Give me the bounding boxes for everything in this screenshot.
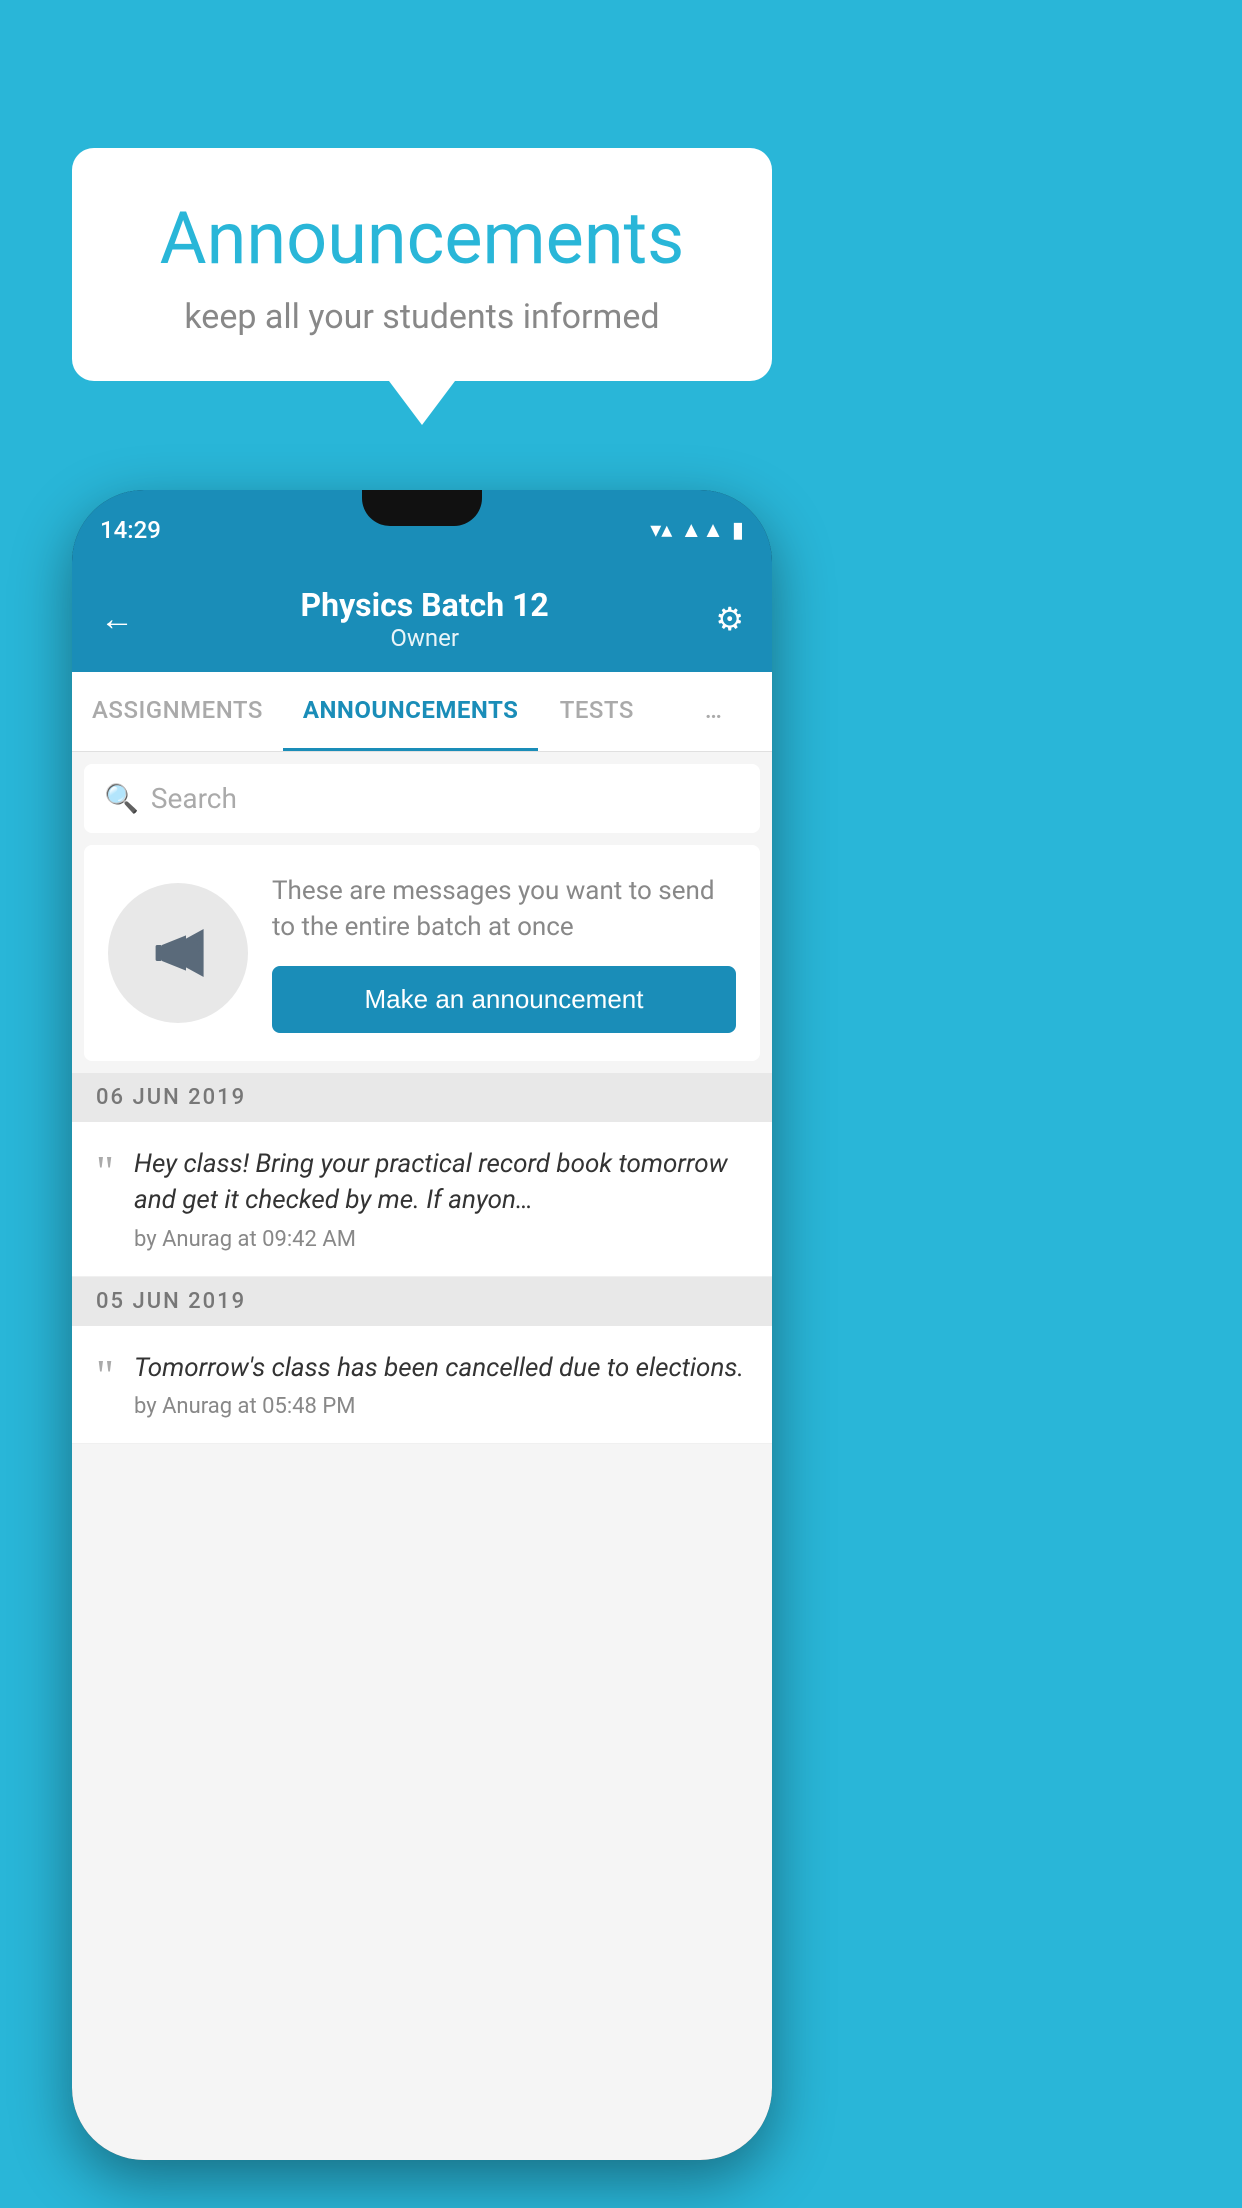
batch-role: Owner: [134, 624, 715, 652]
phone-notch: [362, 490, 482, 526]
status-bar: 14:29 ▾▴ ▲▲ ▮: [72, 490, 772, 570]
svg-text:✦: ✦: [197, 947, 204, 956]
megaphone-circle: ✦ ✦: [108, 883, 248, 1023]
status-icons: ▾▴ ▲▲ ▮: [650, 517, 744, 543]
screen-content: 🔍 Search ✦ ✦ These are messages y: [72, 752, 772, 2160]
header-title-area: Physics Batch 12 Owner: [134, 586, 715, 652]
tabs-bar: ASSIGNMENTS ANNOUNCEMENTS TESTS …: [72, 672, 772, 752]
promo-description: These are messages you want to send to t…: [272, 873, 736, 946]
page-title: Announcements: [124, 196, 720, 281]
battery-icon: ▮: [732, 518, 744, 543]
phone-frame: 14:29 ▾▴ ▲▲ ▮ ← Physics Batch 12 Owner ⚙…: [72, 490, 772, 2160]
make-announcement-button[interactable]: Make an announcement: [272, 966, 736, 1033]
announcement-text-area-1: Hey class! Bring your practical record b…: [134, 1146, 748, 1252]
page-subtitle: keep all your students informed: [124, 297, 720, 337]
tab-announcements[interactable]: ANNOUNCEMENTS: [283, 672, 539, 751]
tab-more[interactable]: …: [655, 672, 772, 751]
search-placeholder: Search: [151, 782, 237, 815]
tab-tests[interactable]: TESTS: [538, 672, 655, 751]
announcement-item-2[interactable]: " Tomorrow's class has been cancelled du…: [72, 1326, 772, 1444]
batch-title: Physics Batch 12: [134, 586, 715, 624]
date-divider-1: 06 JUN 2019: [72, 1073, 772, 1122]
status-time: 14:29: [100, 516, 161, 544]
announcement-text-1: Hey class! Bring your practical record b…: [134, 1146, 748, 1219]
settings-icon[interactable]: ⚙: [715, 600, 744, 638]
back-button[interactable]: ←: [100, 599, 134, 639]
announcement-author-1: by Anurag at 09:42 AM: [134, 1227, 748, 1252]
promo-card: ✦ ✦ These are messages you want to send …: [84, 845, 760, 1061]
search-icon: 🔍: [104, 782, 139, 815]
speech-bubble-card: Announcements keep all your students inf…: [72, 148, 772, 381]
signal-icon: ▲▲: [680, 517, 724, 543]
announcement-author-2: by Anurag at 05:48 PM: [134, 1394, 748, 1419]
date-divider-2: 05 JUN 2019: [72, 1277, 772, 1326]
announcement-text-2: Tomorrow's class has been cancelled due …: [134, 1350, 748, 1386]
wifi-icon: ▾▴: [650, 518, 672, 543]
tab-assignments[interactable]: ASSIGNMENTS: [72, 672, 283, 751]
quote-icon-1: ": [96, 1150, 114, 1194]
app-header: ← Physics Batch 12 Owner ⚙: [72, 570, 772, 672]
quote-icon-2: ": [96, 1354, 114, 1398]
megaphone-icon: ✦ ✦: [146, 921, 210, 985]
promo-content: These are messages you want to send to t…: [272, 873, 736, 1033]
search-bar[interactable]: 🔍 Search: [84, 764, 760, 833]
announcement-text-area-2: Tomorrow's class has been cancelled due …: [134, 1350, 748, 1419]
announcement-item-1[interactable]: " Hey class! Bring your practical record…: [72, 1122, 772, 1277]
